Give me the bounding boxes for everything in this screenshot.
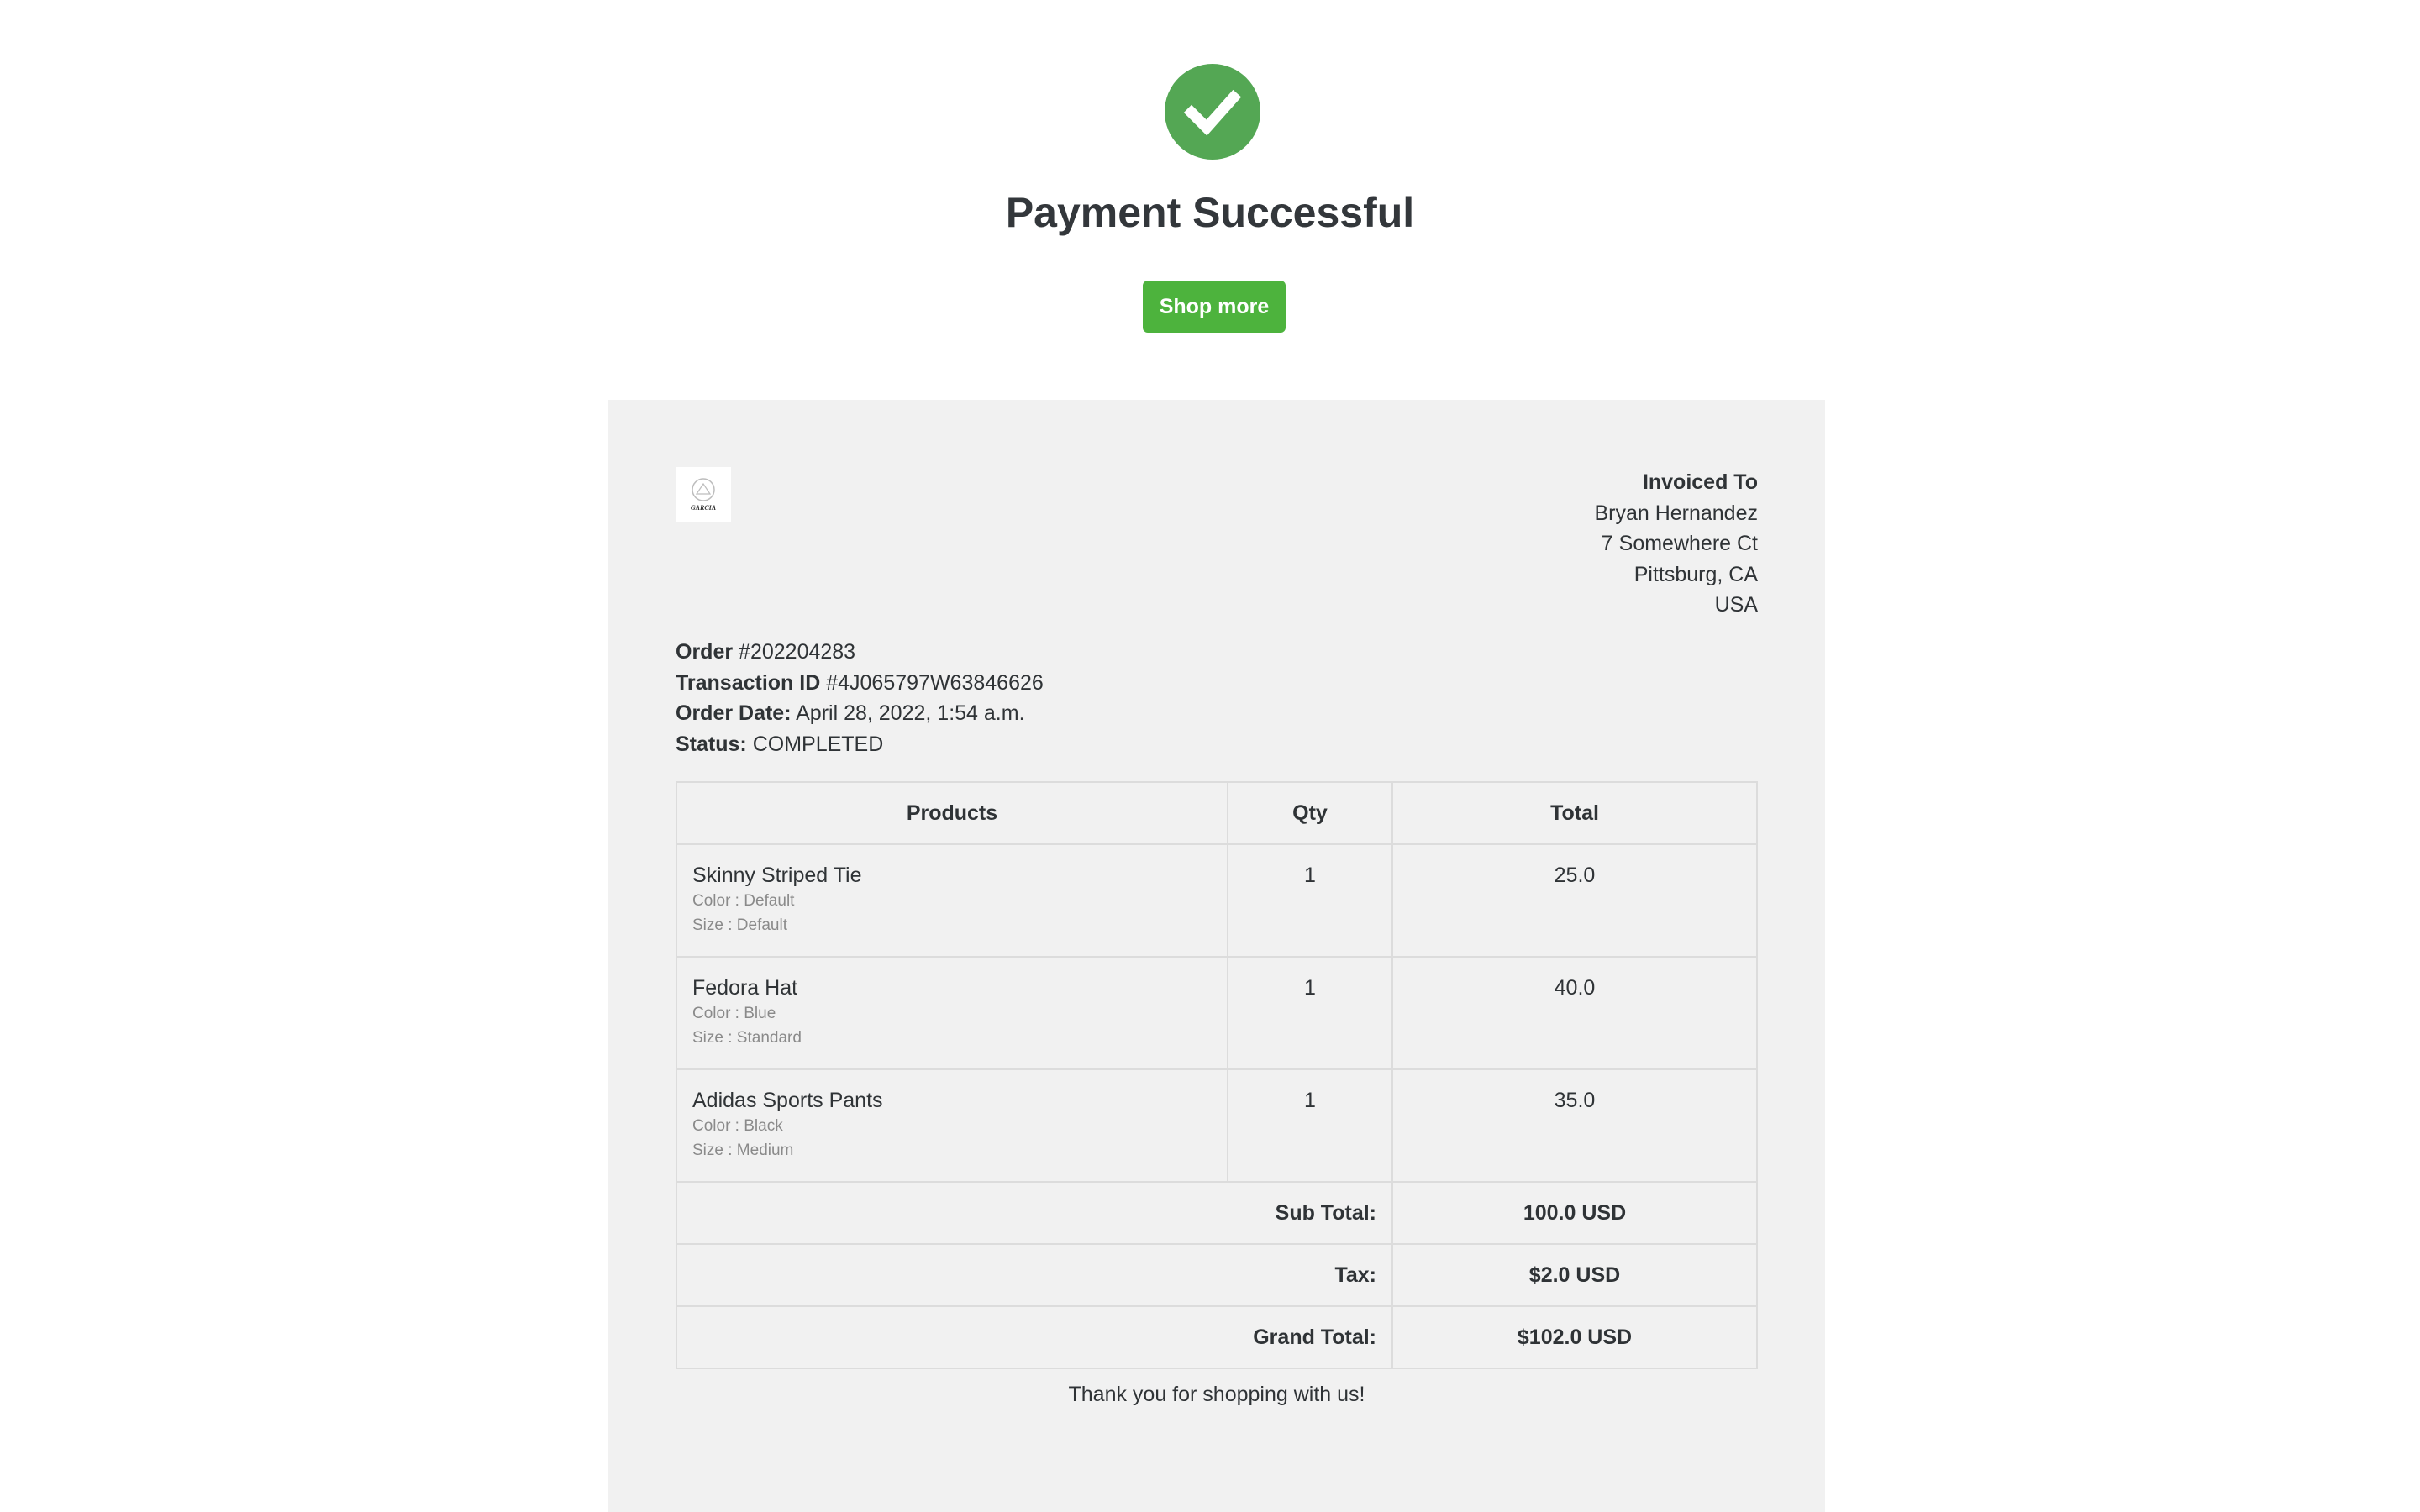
shop-more-button[interactable]: Shop more (1143, 281, 1286, 333)
customer-street: 7 Somewhere Ct (1601, 532, 1758, 555)
grand-total-row: Grand Total: $102.0 USD (676, 1305, 1758, 1369)
table-header-row: Products Qty Total (676, 781, 1758, 845)
product-color: Color : Black (692, 1117, 783, 1135)
table-row: Adidas Sports Pants Color : Black Size :… (676, 1068, 1758, 1183)
svg-text:GARCIA: GARCIA (691, 504, 717, 512)
page-title: Payment Successful (1005, 189, 1415, 236)
product-cell: Fedora Hat Color : Blue Size : Standard (676, 956, 1228, 1070)
customer-country: USA (1714, 593, 1758, 617)
order-date-label: Order Date: (676, 701, 792, 725)
products-column-header: Products (676, 781, 1228, 845)
order-status: COMPLETED (752, 732, 884, 756)
check-circle-icon (1165, 64, 1260, 160)
subtotal-label: Sub Total: (676, 1181, 1393, 1245)
product-cell: Adidas Sports Pants Color : Black Size :… (676, 1068, 1228, 1183)
product-color: Color : Default (692, 892, 795, 910)
invoice-card: GARCIA Invoiced To Bryan Hernandez 7 Som… (608, 400, 1825, 1512)
product-total: 40.0 (1392, 956, 1758, 1070)
subtotal-value: 100.0 USD (1392, 1181, 1758, 1245)
tax-value: $2.0 USD (1392, 1243, 1758, 1307)
customer-city: Pittsburg, CA (1634, 562, 1758, 586)
transaction-id-label: Transaction ID (676, 670, 821, 695)
tax-row: Tax: $2.0 USD (676, 1243, 1758, 1307)
table-row: Fedora Hat Color : Blue Size : Standard … (676, 956, 1758, 1070)
qty-column-header: Qty (1227, 781, 1393, 845)
product-size: Size : Standard (692, 1029, 802, 1047)
order-status-line: Status: COMPLETED (676, 729, 1044, 760)
order-details: Order #202204283 Transaction ID #4J06579… (676, 637, 1044, 759)
product-size: Size : Default (692, 916, 787, 934)
product-name: Skinny Striped Tie (692, 864, 862, 887)
grand-total-value: $102.0 USD (1392, 1305, 1758, 1369)
order-number-line: Order #202204283 (676, 637, 1044, 668)
order-date: April 28, 2022, 1:54 a.m. (796, 701, 1025, 725)
subtotal-row: Sub Total: 100.0 USD (676, 1181, 1758, 1245)
product-qty: 1 (1227, 1068, 1393, 1183)
product-name: Fedora Hat (692, 976, 798, 1000)
transaction-id: #4J065797W63846626 (826, 670, 1044, 695)
checkmark-icon (1183, 89, 1242, 136)
tax-label: Tax: (676, 1243, 1393, 1307)
product-cell: Skinny Striped Tie Color : Default Size … (676, 843, 1228, 958)
product-total: 25.0 (1392, 843, 1758, 958)
store-logo: GARCIA (676, 467, 731, 522)
order-number: #202204283 (739, 640, 856, 664)
product-name: Adidas Sports Pants (692, 1089, 883, 1112)
store-logo-icon: GARCIA (691, 478, 717, 512)
product-qty: 1 (1227, 843, 1393, 958)
transaction-id-line: Transaction ID #4J065797W63846626 (676, 668, 1044, 699)
product-qty: 1 (1227, 956, 1393, 1070)
order-items-table: Products Qty Total Skinny Striped Tie Co… (676, 781, 1758, 1369)
order-status-label: Status: (676, 732, 747, 756)
order-number-label: Order (676, 640, 734, 664)
order-date-line: Order Date: April 28, 2022, 1:54 a.m. (676, 698, 1044, 729)
invoiced-to-address: Invoiced To Bryan Hernandez 7 Somewhere … (1594, 467, 1758, 621)
product-size: Size : Medium (692, 1142, 794, 1159)
total-column-header: Total (1392, 781, 1758, 845)
product-total: 35.0 (1392, 1068, 1758, 1183)
product-color: Color : Blue (692, 1005, 776, 1022)
thank-you-message: Thank you for shopping with us! (1068, 1383, 1365, 1406)
customer-name: Bryan Hernandez (1594, 501, 1758, 525)
table-row: Skinny Striped Tie Color : Default Size … (676, 843, 1758, 958)
invoiced-to-heading: Invoiced To (1642, 470, 1758, 494)
grand-total-label: Grand Total: (676, 1305, 1393, 1369)
